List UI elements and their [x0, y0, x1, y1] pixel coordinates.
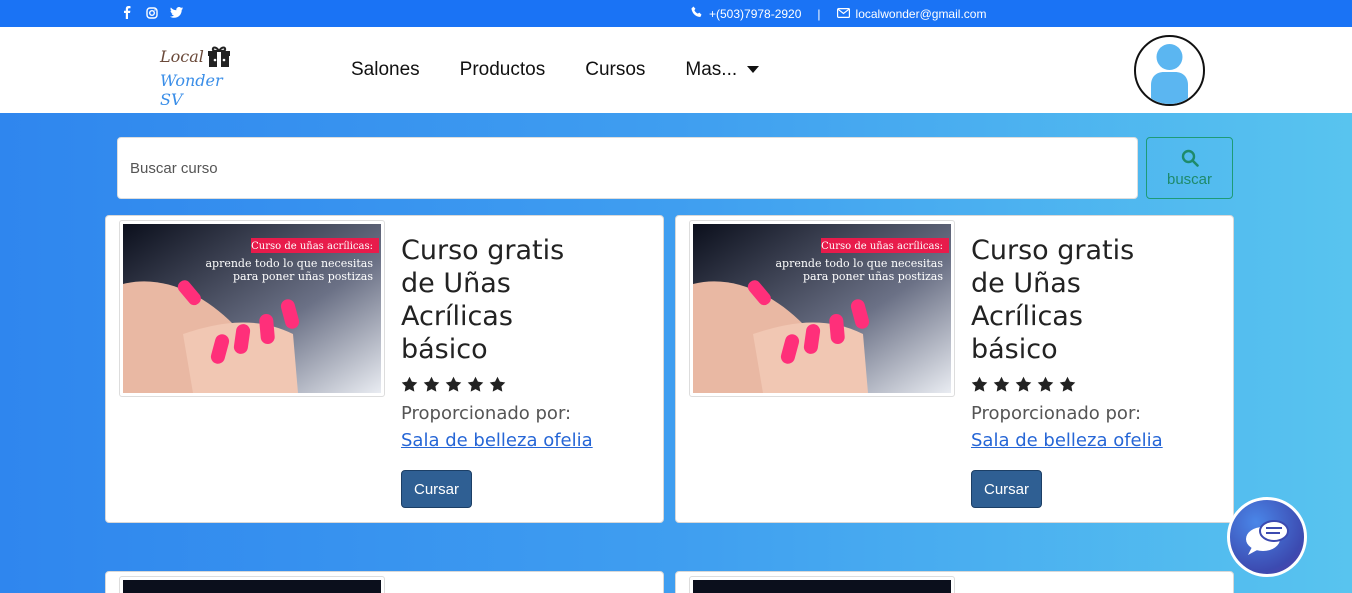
star-icon [1059, 376, 1076, 392]
course-image[interactable]: Curso de uñas acrílicas: aprende todo lo… [689, 220, 955, 397]
star-icon [993, 376, 1010, 392]
chat-bubbles-icon [1246, 520, 1289, 555]
image-text-line-2: para poner uñas postizas [233, 270, 373, 283]
courses-section: buscar Curso de uñas acrílicas: aprende … [0, 113, 1352, 593]
image-banner-text: Curso de uñas acrílicas: [821, 241, 943, 252]
phone-number: +(503)7978-2920 [709, 6, 802, 21]
image-text-line-2: para poner uñas postizas [803, 270, 943, 283]
image-banner-text: Curso de uñas acrílicas: [251, 241, 373, 252]
provider-link[interactable]: Sala de belleza ofelia [401, 430, 593, 451]
provided-by-label: Proporcionado por: [401, 403, 572, 424]
course-card: Curso de uñas acrílicas: aprende todo lo… [675, 215, 1234, 523]
twitter-icon[interactable] [170, 6, 183, 19]
facebook-icon[interactable] [120, 6, 133, 19]
cursar-button[interactable]: Cursar [971, 470, 1042, 508]
course-card-partial [675, 571, 1234, 593]
search-button[interactable]: buscar [1146, 137, 1233, 199]
provided-by-label: Proporcionado por: [971, 403, 1142, 424]
provider-link[interactable]: Sala de belleza ofelia [971, 430, 1163, 451]
course-image-partial[interactable] [119, 576, 385, 593]
brand-line-2: Wonder SV [160, 71, 223, 109]
image-text-line-1: aprende todo lo que necesitas [205, 257, 373, 270]
rating-stars [401, 376, 506, 393]
nav-mas-dropdown[interactable]: Mas... [685, 59, 760, 81]
rating-stars [971, 376, 1076, 393]
star-icon [1015, 376, 1032, 392]
phone-icon [691, 6, 703, 21]
image-text-line-1: aprende todo lo que necesitas [775, 257, 943, 270]
course-image-partial[interactable] [689, 576, 955, 593]
star-icon [467, 376, 484, 392]
star-icon [971, 376, 988, 392]
star-icon [489, 376, 506, 392]
caret-down-icon [747, 66, 760, 74]
search-button-label: buscar [1166, 170, 1213, 188]
nav-cursos[interactable]: Cursos [585, 59, 645, 81]
course-card-partial [105, 571, 664, 593]
brand-line-1: Local [160, 47, 204, 66]
course-image[interactable]: Curso de uñas acrílicas: aprende todo lo… [119, 220, 385, 397]
search-input[interactable] [117, 137, 1138, 199]
gift-box-icon [207, 45, 231, 73]
nav-mas-label: Mas... [685, 59, 738, 80]
instagram-icon[interactable] [145, 6, 158, 19]
contact-separator: | [817, 6, 821, 21]
course-card: Curso de uñas acrílicas: aprende todo lo… [105, 215, 664, 523]
nav-productos[interactable]: Productos [460, 59, 546, 81]
main-nav: Salones Productos Cursos Mas... [351, 59, 760, 81]
main-navbar: Local Wonder SV Salones Productos Cursos… [0, 27, 1352, 113]
email-address[interactable]: localwonder@gmail.com [856, 7, 987, 21]
envelope-icon [836, 7, 850, 21]
top-contact-bar: +(503)7978-2920 | localwonder@gmail.com [0, 0, 1352, 27]
contact-info: +(503)7978-2920 | localwonder@gmail.com [691, 6, 986, 21]
chat-button[interactable] [1227, 497, 1307, 577]
search-icon [1181, 149, 1199, 167]
star-icon [445, 376, 462, 392]
course-title: Curso gratis de Uñas Acrílicas básico [971, 235, 1135, 365]
cursar-button[interactable]: Cursar [401, 470, 472, 508]
star-icon [401, 376, 418, 392]
star-icon [1037, 376, 1054, 392]
user-icon [1151, 44, 1188, 104]
user-avatar[interactable] [1134, 35, 1205, 106]
social-links [120, 6, 183, 19]
brand-logo[interactable]: Local Wonder SV [160, 45, 250, 109]
course-title: Curso gratis de Uñas Acrílicas básico [401, 235, 565, 365]
nav-salones[interactable]: Salones [351, 59, 420, 81]
star-icon [423, 376, 440, 392]
